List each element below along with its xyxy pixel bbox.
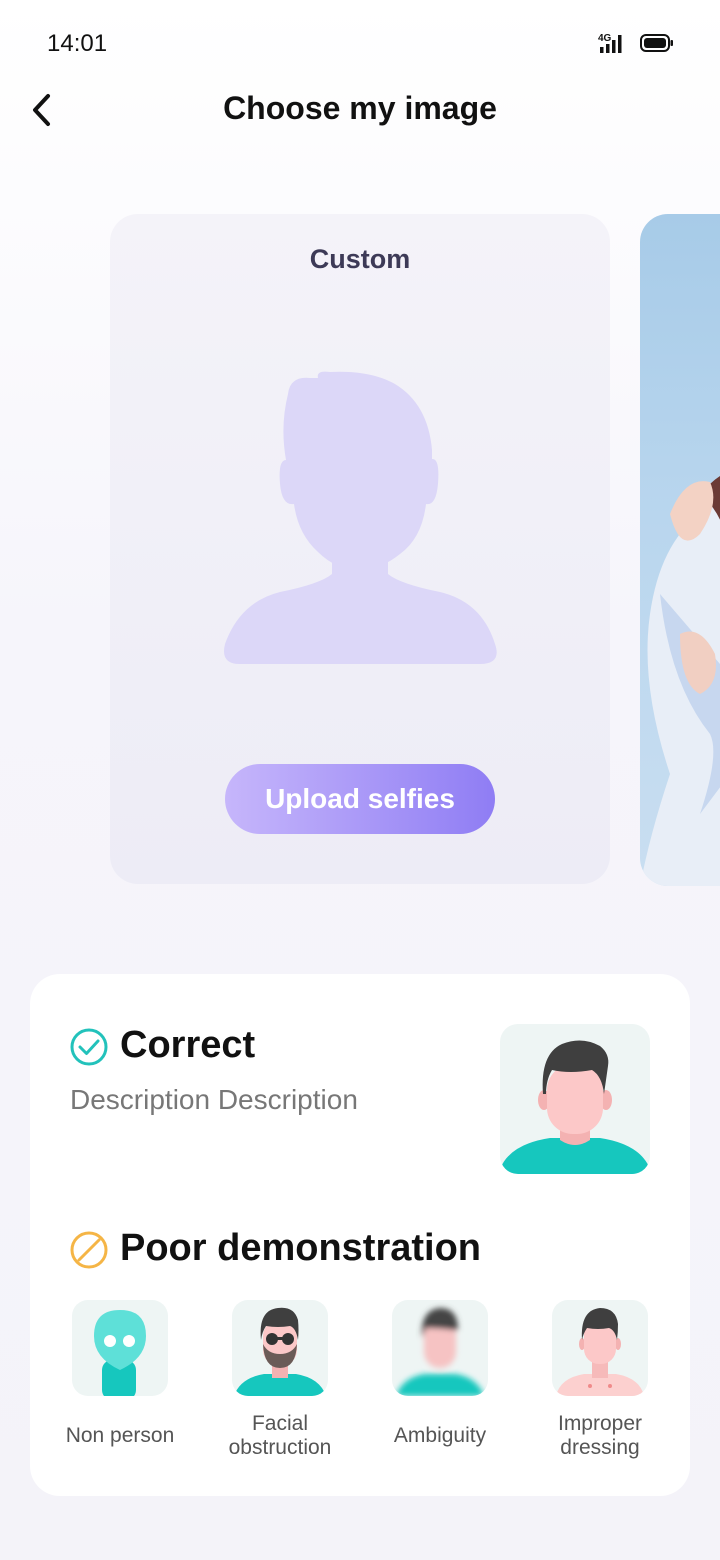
example-label: Facial obstruction <box>228 1412 332 1459</box>
preset-photo-image <box>640 476 720 886</box>
nav-bar: Choose my image <box>0 88 720 132</box>
correct-person-icon <box>500 1040 650 1174</box>
example-label: Non person <box>65 1424 175 1447</box>
signal-icon: 4G <box>598 33 622 53</box>
example-non-person: Non person <box>50 1300 190 1460</box>
network-type: 4G <box>598 33 612 44</box>
blurred-person-icon <box>396 1308 484 1396</box>
example-thumb <box>392 1300 488 1396</box>
example-facial-obstruction: Facial obstruction <box>210 1300 350 1460</box>
status-icons: 4G <box>598 32 674 54</box>
correct-example-image <box>500 1024 650 1174</box>
example-label: Ambiguity <box>393 1424 487 1447</box>
poor-title: Poor demonstration <box>120 1227 482 1269</box>
battery-icon <box>640 34 673 52</box>
preset-image-card[interactable] <box>640 214 720 886</box>
image-carousel[interactable]: Custom Upload selfies <box>0 214 720 886</box>
example-ambiguity: Ambiguity <box>370 1300 510 1460</box>
example-label: Improper dressing <box>557 1412 643 1459</box>
custom-card-title: Custom <box>309 244 411 274</box>
correct-description: Description Description <box>70 1084 358 1115</box>
example-thumb <box>552 1300 648 1396</box>
sunglasses-beard-icon <box>234 1307 326 1396</box>
example-thumb <box>232 1300 328 1396</box>
guide-panel: Correct Description Description Poor dem… <box>30 974 690 1496</box>
alien-icon <box>94 1310 146 1396</box>
upload-selfies-button[interactable]: Upload selfies <box>225 764 495 834</box>
person-silhouette-icon <box>224 371 497 664</box>
page-title: Choose my image <box>223 90 497 126</box>
example-improper-dressing: Improper dressing <box>530 1300 670 1460</box>
prohibited-icon <box>70 1231 108 1269</box>
correct-title: Correct <box>120 1024 256 1066</box>
shirtless-person-icon <box>556 1308 644 1396</box>
custom-card[interactable]: Custom Upload selfies <box>110 214 610 884</box>
example-thumb <box>72 1300 168 1396</box>
check-circle-icon <box>70 1028 108 1066</box>
status-time: 14:01 <box>47 30 108 57</box>
status-bar: 14:01 4G <box>0 0 720 88</box>
